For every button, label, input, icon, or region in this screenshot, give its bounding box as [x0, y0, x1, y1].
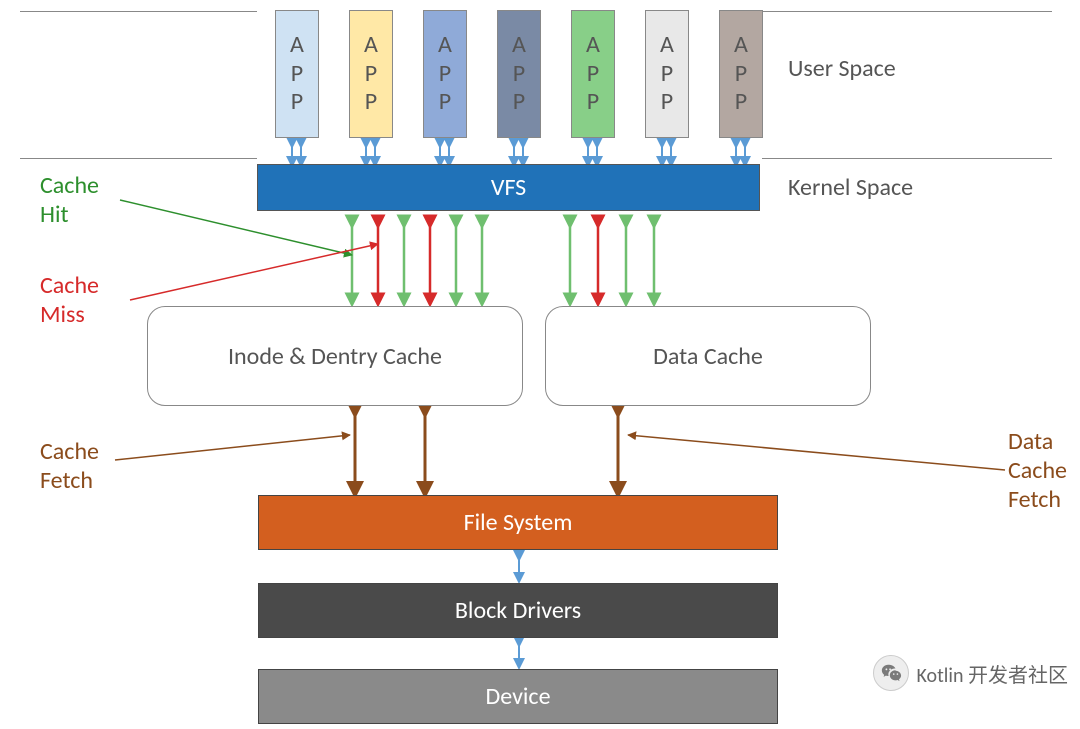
app-letter: P: [661, 88, 673, 117]
app-box: APP: [645, 10, 689, 138]
vfs-box: VFS: [257, 164, 760, 211]
app-letter: P: [587, 88, 599, 117]
app-letter: P: [735, 88, 747, 117]
inode-dentry-cache-box: Inode & Dentry Cache: [147, 306, 523, 406]
watermark: Kotlin 开发者社区: [873, 655, 1068, 691]
inode-dentry-cache-label: Inode & Dentry Cache: [228, 342, 442, 371]
app-box: APP: [423, 10, 467, 138]
app-letter: P: [291, 88, 303, 117]
data-cache-fetch-label: Data Cache Fetch: [1008, 428, 1067, 514]
device-box: Device: [258, 669, 778, 724]
app-letter: A: [512, 31, 526, 60]
data-cache-box: Data Cache: [545, 306, 871, 406]
wechat-icon: [873, 655, 909, 691]
app-letter: A: [586, 31, 600, 60]
app-letter: A: [290, 31, 304, 60]
watermark-text: Kotlin 开发者社区: [917, 659, 1068, 688]
app-letter: P: [513, 60, 525, 89]
data-cache-label: Data Cache: [653, 342, 763, 371]
app-letter: P: [439, 60, 451, 89]
file-system-label: File System: [464, 508, 573, 537]
cache-hit-label: Cache Hit: [40, 172, 99, 230]
app-letter: A: [734, 31, 748, 60]
app-letter: P: [661, 60, 673, 89]
block-drivers-box: Block Drivers: [258, 583, 778, 638]
app-letter: P: [735, 60, 747, 89]
file-system-box: File System: [258, 495, 778, 550]
app-box: APP: [571, 10, 615, 138]
block-drivers-label: Block Drivers: [455, 596, 581, 625]
app-letter: A: [438, 31, 452, 60]
cache-fetch-label: Cache Fetch: [40, 438, 99, 496]
app-letter: P: [439, 88, 451, 117]
app-letter: P: [291, 60, 303, 89]
app-box: APP: [497, 10, 541, 138]
kernel-space-label: Kernel Space: [788, 174, 913, 203]
vfs-label: VFS: [491, 173, 526, 202]
device-label: Device: [485, 682, 550, 711]
app-letter: P: [365, 88, 377, 117]
app-letter: A: [660, 31, 674, 60]
app-letter: A: [364, 31, 378, 60]
app-letter: P: [365, 60, 377, 89]
user-space-label: User Space: [788, 55, 896, 84]
app-letter: P: [513, 88, 525, 117]
app-letter: P: [587, 60, 599, 89]
app-box: APP: [719, 10, 763, 138]
app-box: APP: [275, 10, 319, 138]
cache-miss-label: Cache Miss: [40, 272, 99, 330]
app-box: APP: [349, 10, 393, 138]
